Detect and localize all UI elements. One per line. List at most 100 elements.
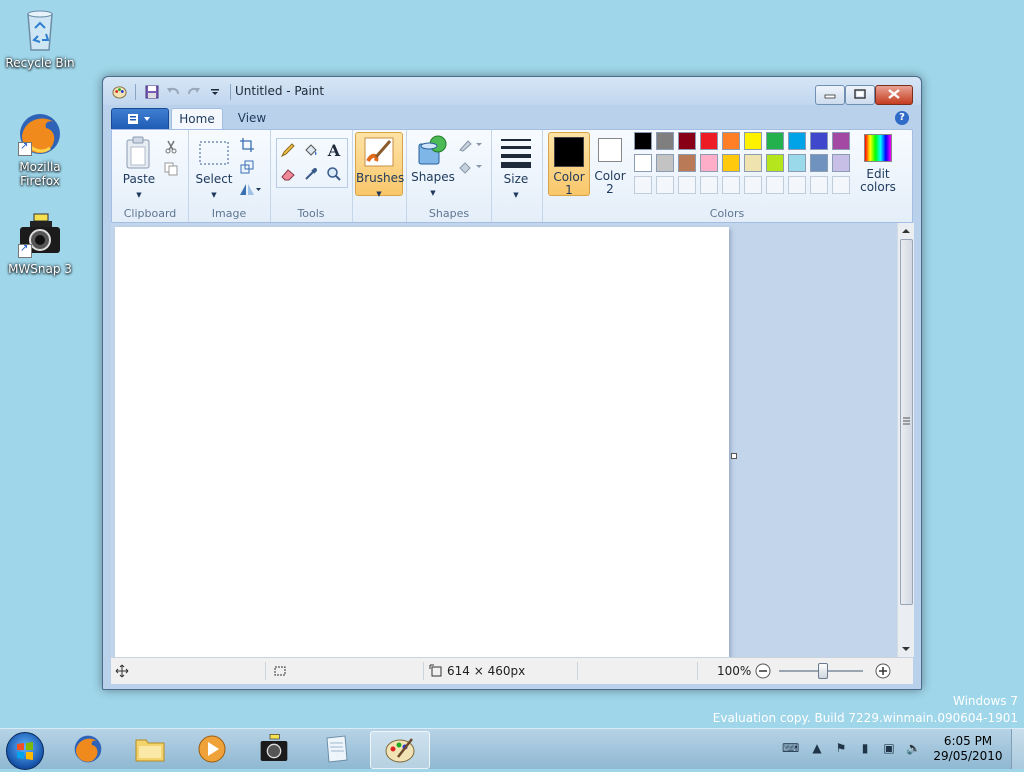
palette-swatch[interactable] <box>788 132 806 150</box>
palette-swatch-empty[interactable] <box>700 176 718 194</box>
copy-button[interactable] <box>160 158 182 180</box>
palette-swatch-empty[interactable] <box>744 176 762 194</box>
system-clock[interactable]: 6:05 PM 29/05/2010 <box>930 734 1006 764</box>
palette-swatch-empty[interactable] <box>634 176 652 194</box>
palette-swatch[interactable] <box>634 154 652 172</box>
edit-colors-button[interactable]: Edit colors <box>856 132 900 194</box>
paste-button[interactable]: Paste ▼ <box>118 136 160 200</box>
palette-swatch[interactable] <box>656 154 674 172</box>
paint-app-icon[interactable] <box>111 83 128 100</box>
outline-button[interactable] <box>457 134 485 156</box>
help-icon[interactable]: ? <box>895 111 909 125</box>
brushes-button[interactable]: Brushes ▼ <box>355 132 405 198</box>
taskbar-paint[interactable] <box>370 731 430 769</box>
magnifier-tool[interactable] <box>323 163 345 185</box>
palette-swatch[interactable] <box>678 154 696 172</box>
folder-icon <box>135 739 165 762</box>
taskbar-notes[interactable] <box>308 731 364 767</box>
desktop-icon-mwsnap[interactable]: MWSnap 3 <box>0 212 80 276</box>
paint-menu-button[interactable] <box>111 108 169 130</box>
palette-swatch-empty[interactable] <box>722 176 740 194</box>
taskbar-firefox[interactable] <box>60 731 116 767</box>
pencil-tool[interactable] <box>277 139 299 161</box>
keyboard-icon[interactable]: ⌨ <box>782 741 799 755</box>
fill-button[interactable] <box>457 156 485 178</box>
palette-swatch-empty[interactable] <box>766 176 784 194</box>
paste-label: Paste <box>122 172 156 186</box>
desktop-icon-recycle-bin[interactable]: Recycle Bin <box>0 6 80 70</box>
close-button[interactable] <box>875 85 913 105</box>
palette-swatch[interactable] <box>810 154 828 172</box>
desktop-icon-firefox[interactable]: Mozilla Firefox <box>0 110 80 188</box>
save-icon[interactable] <box>143 83 160 100</box>
eraser-tool[interactable] <box>277 163 299 185</box>
action-center-flag-icon[interactable]: ⚑ <box>834 741 848 755</box>
scroll-down-icon[interactable] <box>899 642 913 656</box>
group-clipboard: Paste ▼ Clipboard <box>112 130 189 222</box>
maximize-button[interactable] <box>845 85 875 105</box>
taskbar-mwsnap[interactable] <box>246 731 302 767</box>
shortcut-arrow-icon <box>18 140 32 156</box>
text-tool[interactable]: A <box>323 139 345 161</box>
palette-swatch[interactable] <box>656 132 674 150</box>
zoom-out-icon[interactable] <box>755 663 771 679</box>
rotate-button[interactable] <box>236 178 264 200</box>
crop-button[interactable] <box>236 134 258 156</box>
shapes-button[interactable]: Shapes ▼ <box>411 134 455 198</box>
title-bar[interactable]: Untitled - Paint <box>103 77 921 105</box>
select-button[interactable]: Select ▼ <box>192 136 236 200</box>
palette-swatch[interactable] <box>832 154 850 172</box>
drawing-canvas[interactable] <box>115 227 729 657</box>
scrollbar-thumb[interactable] <box>900 239 913 605</box>
zoom-in-icon[interactable] <box>875 663 891 679</box>
palette-swatch[interactable] <box>766 154 784 172</box>
customize-qat-icon[interactable] <box>206 83 223 100</box>
palette-swatch-empty[interactable] <box>678 176 696 194</box>
palette-swatch[interactable] <box>744 154 762 172</box>
resize-button[interactable] <box>236 156 258 178</box>
palette-swatch[interactable] <box>788 154 806 172</box>
canvas-resize-handle[interactable] <box>731 453 737 459</box>
device-icon[interactable]: ▮ <box>858 741 872 755</box>
palette-swatch[interactable] <box>678 132 696 150</box>
show-desktop-button[interactable] <box>1011 729 1024 769</box>
palette-swatch[interactable] <box>634 132 652 150</box>
palette-swatch[interactable] <box>744 132 762 150</box>
color-picker-tool[interactable] <box>300 163 322 185</box>
qat-separator <box>135 83 136 100</box>
palette-swatch[interactable] <box>766 132 784 150</box>
brushes-label: Brushes <box>356 171 405 185</box>
color2-button[interactable]: Color 2 <box>590 132 630 196</box>
select-rectangle-icon <box>199 141 229 165</box>
color1-button[interactable]: Color 1 <box>548 132 590 197</box>
zoom-slider-thumb[interactable] <box>818 663 828 679</box>
cut-button[interactable] <box>160 136 182 158</box>
size-button[interactable]: Size ▼ <box>494 136 538 200</box>
palette-swatch[interactable] <box>700 132 718 150</box>
palette-swatch[interactable] <box>722 154 740 172</box>
fill-tool[interactable] <box>300 139 322 161</box>
palette-swatch-empty[interactable] <box>810 176 828 194</box>
minimize-button[interactable] <box>815 85 845 105</box>
tab-home[interactable]: Home <box>171 108 223 129</box>
palette-swatch-empty[interactable] <box>788 176 806 194</box>
scroll-up-icon[interactable] <box>899 224 913 238</box>
undo-icon[interactable] <box>164 83 181 100</box>
taskbar-media-player[interactable] <box>184 731 240 767</box>
palette-swatch[interactable] <box>832 132 850 150</box>
palette-swatch-empty[interactable] <box>656 176 674 194</box>
start-button[interactable] <box>6 732 44 770</box>
tab-view[interactable]: View <box>227 108 277 128</box>
palette-swatch[interactable] <box>810 132 828 150</box>
redo-icon[interactable] <box>185 83 202 100</box>
palette-swatch[interactable] <box>722 132 740 150</box>
network-icon[interactable]: ▣ <box>882 741 896 755</box>
windows-logo-icon <box>17 742 33 760</box>
palette-swatch[interactable] <box>700 154 718 172</box>
palette-swatch-empty[interactable] <box>832 176 850 194</box>
volume-icon[interactable]: 🔈 <box>906 741 921 755</box>
taskbar-explorer[interactable] <box>122 731 178 767</box>
vertical-scrollbar[interactable] <box>897 223 914 657</box>
camera-icon <box>16 212 64 260</box>
show-hidden-icons-icon[interactable]: ▲ <box>810 741 824 755</box>
